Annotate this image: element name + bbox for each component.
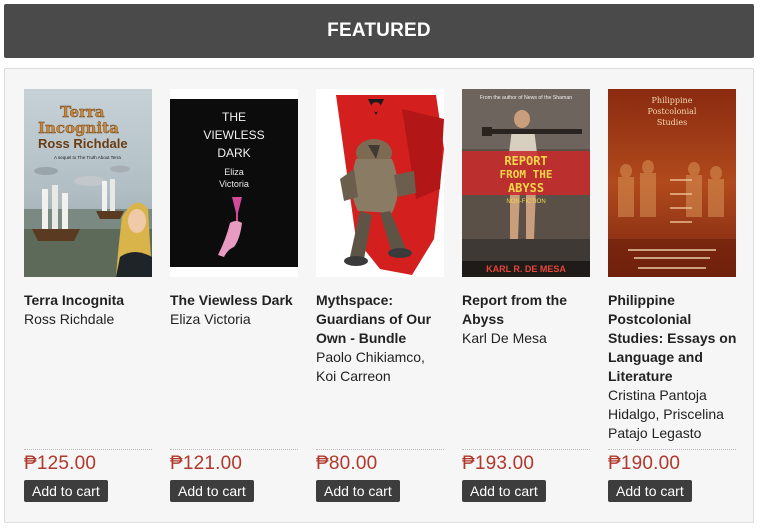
product-author: Eliza Victoria xyxy=(170,311,251,327)
book-cover-mythspace[interactable] xyxy=(316,89,444,277)
product-author: Paolo Chikiamco, Koi Carreon xyxy=(316,349,425,384)
product-title[interactable]: Mythspace: Guardians of Our Own - Bundle… xyxy=(316,291,448,386)
svg-text:ABYSS: ABYSS xyxy=(508,181,544,195)
book-cover-the-viewless-dark[interactable]: THE VIEWLESS DARK Eliza Victoria xyxy=(170,89,298,277)
featured-panel: Terra Incognita Ross Richdale A sequel t… xyxy=(4,68,754,523)
featured-title: FEATURED xyxy=(327,20,431,41)
svg-text:Postcolonial: Postcolonial xyxy=(648,107,697,116)
product-title[interactable]: The Viewless Dark Eliza Victoria xyxy=(170,291,302,329)
product-card: Philippine Postcolonial Studies Philippi… xyxy=(608,89,736,519)
svg-text:Philippine: Philippine xyxy=(652,96,693,105)
product-title[interactable]: Terra Incognita Ross Richdale xyxy=(24,291,156,329)
svg-text:Victoria: Victoria xyxy=(219,179,249,189)
product-price: ₱121.00 xyxy=(170,453,243,474)
add-to-cart-button[interactable]: Add to cart xyxy=(608,480,692,502)
product-author: Karl De Mesa xyxy=(462,330,547,346)
divider xyxy=(462,449,590,450)
svg-text:FROM THE: FROM THE xyxy=(500,168,553,181)
divider xyxy=(316,449,444,450)
svg-text:VIEWLESS: VIEWLESS xyxy=(203,128,264,142)
product-price: ₱80.00 xyxy=(316,453,378,474)
divider xyxy=(170,449,298,450)
svg-text:REPORT: REPORT xyxy=(504,154,547,168)
book-cover-report-from-the-abyss[interactable]: From the author of News of the Shaman RE… xyxy=(462,89,590,277)
book-cover-terra-incognita[interactable]: Terra Incognita Ross Richdale A sequel t… xyxy=(24,89,152,277)
product-price: ₱125.00 xyxy=(24,453,97,474)
product-author: Cristina Pantoja Hidalgo, Priscelina Pat… xyxy=(608,387,724,441)
svg-text:DARK: DARK xyxy=(217,146,250,160)
book-cover-philippine-postcolonial-studies[interactable]: Philippine Postcolonial Studies xyxy=(608,89,736,277)
add-to-cart-button[interactable]: Add to cart xyxy=(316,480,400,502)
svg-text:Ross Richdale: Ross Richdale xyxy=(38,136,128,151)
svg-text:Studies: Studies xyxy=(657,118,687,127)
product-title[interactable]: Philippine Postcolonial Studies: Essays … xyxy=(608,291,740,443)
svg-text:Eliza: Eliza xyxy=(224,167,244,177)
svg-text:THE: THE xyxy=(222,110,246,124)
svg-text:NON-FICTION: NON-FICTION xyxy=(506,199,545,205)
divider xyxy=(24,449,152,450)
add-to-cart-button[interactable]: Add to cart xyxy=(170,480,254,502)
add-to-cart-button[interactable]: Add to cart xyxy=(462,480,546,502)
svg-text:From the author of News of the: From the author of News of the Shaman xyxy=(480,95,572,101)
svg-text:A sequel to The Truth About Te: A sequel to The Truth About Terra xyxy=(54,155,121,160)
product-card: THE VIEWLESS DARK Eliza Victoria The Vie… xyxy=(170,89,298,519)
divider xyxy=(608,449,736,450)
svg-text:Incognita: Incognita xyxy=(38,119,119,137)
product-card: Terra Incognita Ross Richdale A sequel t… xyxy=(24,89,152,519)
product-title[interactable]: Report from the Abyss Karl De Mesa xyxy=(462,291,594,348)
product-author: Ross Richdale xyxy=(24,311,115,327)
product-card: From the author of News of the Shaman RE… xyxy=(462,89,590,519)
svg-text:KARL R. DE MESA: KARL R. DE MESA xyxy=(486,264,566,274)
add-to-cart-button[interactable]: Add to cart xyxy=(24,480,108,502)
product-price: ₱193.00 xyxy=(462,453,535,474)
product-card: Mythspace: Guardians of Our Own - Bundle… xyxy=(316,89,444,519)
product-price: ₱190.00 xyxy=(608,453,681,474)
featured-header: FEATURED xyxy=(4,4,754,58)
